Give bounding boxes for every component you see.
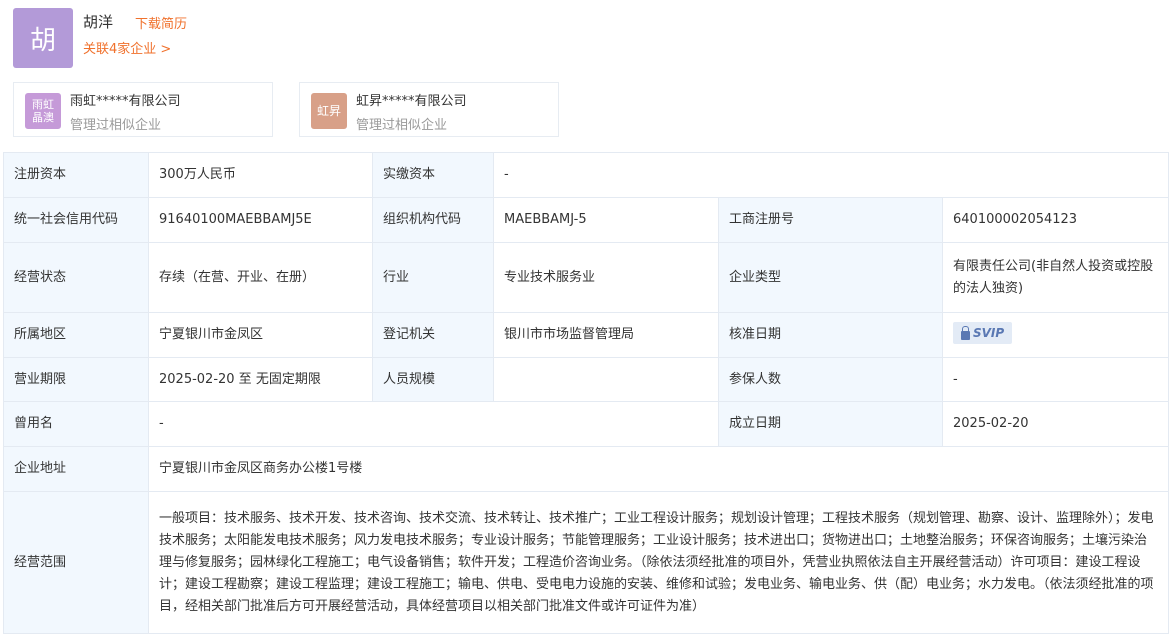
avatar[interactable]: 胡 bbox=[13, 8, 73, 68]
credit-code-label: 统一社会信用代码 bbox=[3, 197, 149, 243]
staff-size-value bbox=[493, 357, 719, 402]
credit-code-value: 91640100MAEBBAMJ5E bbox=[148, 197, 373, 243]
former-name-value: - bbox=[148, 401, 719, 447]
status-label: 经营状态 bbox=[3, 242, 149, 313]
business-scope-value: 一般项目：技术服务、技术开发、技术咨询、技术交流、技术转让、技术推广；工业工程设… bbox=[147, 491, 1170, 634]
region-label: 所属地区 bbox=[3, 312, 149, 358]
table-row: 企业地址 宁夏银川市金凤区商务办公楼1号楼 bbox=[3, 446, 1170, 492]
related-company-card[interactable]: 雨虹 晶澳 雨虹*****有限公司 管理过相似企业 bbox=[13, 82, 273, 137]
industry-label: 行业 bbox=[372, 242, 494, 313]
registration-authority-label: 登记机关 bbox=[372, 312, 494, 358]
founded-date-value: 2025-02-20 bbox=[941, 401, 1170, 447]
company-name[interactable]: 雨虹*****有限公司 bbox=[70, 90, 181, 109]
business-term-label: 营业期限 bbox=[3, 357, 149, 402]
table-row: 注册资本 300万人民币 实缴资本 - bbox=[3, 152, 1170, 198]
table-row: 统一社会信用代码 91640100MAEBBAMJ5E 组织机构代码 MAEBB… bbox=[3, 197, 1170, 243]
table-row: 经营范围 一般项目：技术服务、技术开发、技术咨询、技术交流、技术转让、技术推广；… bbox=[3, 491, 1170, 634]
insured-count-label: 参保人数 bbox=[718, 357, 943, 402]
registration-authority-value: 银川市市场监督管理局 bbox=[493, 312, 719, 358]
business-term-value: 2025-02-20 至 无固定期限 bbox=[148, 357, 373, 402]
approval-date-label: 核准日期 bbox=[718, 312, 943, 358]
company-type-value: 有限责任公司(非自然人投资或控股的法人独资) bbox=[941, 242, 1170, 313]
related-company-card[interactable]: 虹昇 虹昇*****有限公司 管理过相似企业 bbox=[299, 82, 559, 137]
business-reg-no-label: 工商注册号 bbox=[718, 197, 943, 243]
svip-label: SVIP bbox=[973, 326, 1005, 341]
paid-capital-label: 实缴资本 bbox=[372, 152, 494, 198]
approval-date-value: SVIP bbox=[941, 312, 1170, 358]
related-companies-link[interactable]: 关联4家企业 > bbox=[83, 38, 171, 57]
status-value: 存续（在营、开业、在册） bbox=[148, 242, 373, 313]
company-note: 管理过相似企业 bbox=[356, 118, 448, 133]
registered-capital-label: 注册资本 bbox=[3, 152, 149, 198]
former-name-label: 曾用名 bbox=[3, 401, 149, 447]
org-code-label: 组织机构代码 bbox=[372, 197, 494, 243]
legal-representative: 胡 胡洋 下载简历 关联4家企业 > bbox=[13, 8, 713, 70]
company-logo: 雨虹 晶澳 bbox=[25, 93, 61, 129]
business-reg-no-value: 640100002054123 bbox=[941, 197, 1170, 243]
download-resume-link[interactable]: 下载简历 bbox=[135, 13, 187, 32]
founded-date-label: 成立日期 bbox=[718, 401, 943, 447]
table-row: 经营状态 存续（在营、开业、在册） 行业 专业技术服务业 企业类型 有限责任公司… bbox=[3, 242, 1170, 313]
lock-icon bbox=[961, 325, 970, 340]
registered-capital-value: 300万人民币 bbox=[148, 152, 373, 198]
company-type-label: 企业类型 bbox=[718, 242, 943, 313]
industry-value: 专业技术服务业 bbox=[493, 242, 719, 313]
table-row: 营业期限 2025-02-20 至 无固定期限 人员规模 参保人数 - bbox=[3, 357, 1170, 402]
person-name[interactable]: 胡洋 bbox=[83, 11, 113, 32]
business-scope-label: 经营范围 bbox=[3, 491, 149, 634]
org-code-value: MAEBBAMJ-5 bbox=[493, 197, 719, 243]
company-name[interactable]: 虹昇*****有限公司 bbox=[356, 90, 467, 109]
svip-badge[interactable]: SVIP bbox=[953, 322, 1013, 345]
address-label: 企业地址 bbox=[3, 446, 149, 492]
region-value: 宁夏银川市金凤区 bbox=[148, 312, 373, 358]
business-info-table: 注册资本 300万人民币 实缴资本 - 统一社会信用代码 91640100MAE… bbox=[3, 152, 1170, 634]
table-row: 曾用名 - 成立日期 2025-02-20 bbox=[3, 401, 1170, 447]
company-logo: 虹昇 bbox=[311, 93, 347, 129]
table-row: 所属地区 宁夏银川市金凤区 登记机关 银川市市场监督管理局 核准日期 SVIP bbox=[3, 312, 1170, 358]
insured-count-value: - bbox=[941, 357, 1170, 402]
company-note: 管理过相似企业 bbox=[70, 118, 162, 133]
staff-size-label: 人员规模 bbox=[372, 357, 494, 402]
paid-capital-value: - bbox=[492, 152, 1170, 198]
address-value: 宁夏银川市金凤区商务办公楼1号楼 bbox=[147, 446, 1170, 492]
